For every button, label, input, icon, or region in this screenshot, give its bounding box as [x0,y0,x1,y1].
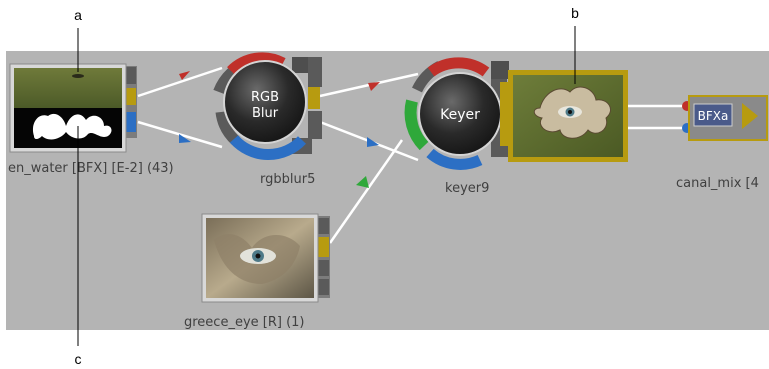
callout-c: c [75,351,82,367]
node-en-water[interactable] [9,63,137,153]
output-tab-yellow[interactable] [125,88,136,105]
source-node-label: en_water [BFX] [E-2] (43) [8,161,174,176]
callout-a: a [74,7,82,23]
rgbblur-title-line1: RGB [251,90,279,105]
canal-mix-node-label: canal_mix [4 [676,176,759,191]
node-canal-mix[interactable]: BFXa [682,95,768,141]
node-greece-eye[interactable] [201,213,330,303]
matte-shape [32,113,112,140]
output-tab-blue[interactable] [125,112,136,132]
output-tab-gray[interactable] [125,67,136,84]
keyer-title: Keyer [440,107,480,123]
output-tab-yellow[interactable] [317,237,329,257]
rgbblur-title-line2: Blur [252,106,279,121]
rgbblur-node-label: rgbblur5 [260,172,315,187]
greece-eye-node-label: greece_eye [R] (1) [184,315,305,330]
water-thumbnail [14,68,122,108]
keyer-node-label: keyer9 [445,181,489,196]
node-rgbblur[interactable]: RGB Blur [213,52,322,161]
output-tab-yellow[interactable] [308,87,320,109]
node-schematic: RGB Blur Keyer BFXa en_water [BFX] [E-2]… [6,5,769,367]
callout-b: b [571,5,579,21]
keyer-result-thumbnail[interactable] [500,70,628,162]
bfx-badge-text: BFXa [698,109,729,123]
